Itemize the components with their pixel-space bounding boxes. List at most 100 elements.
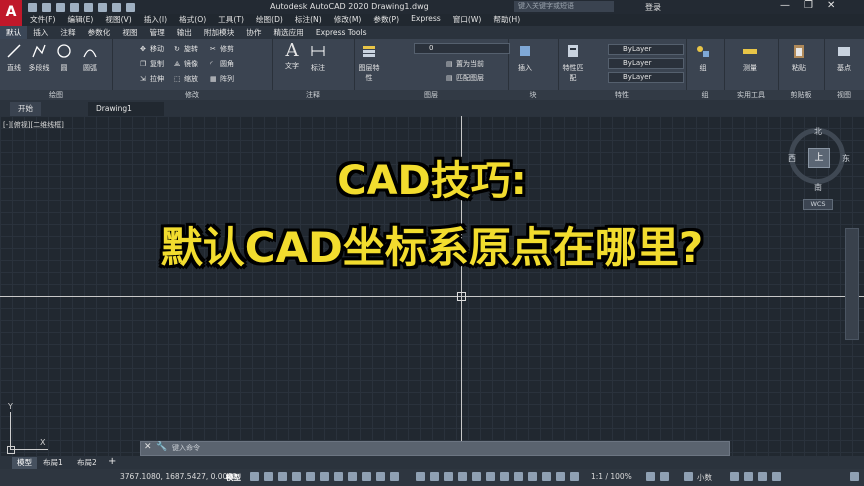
compass-south[interactable]: 南: [814, 182, 822, 193]
gizmo-icon[interactable]: [472, 472, 481, 481]
annotation-scale[interactable]: 1:1 / 100%: [591, 472, 632, 481]
match-properties-button[interactable]: 特性匹配: [560, 43, 586, 83]
dynamic-input-icon[interactable]: [292, 472, 301, 481]
menu-parametric[interactable]: 参数(P): [373, 14, 399, 26]
rotate-button[interactable]: ↻ 旋转: [174, 44, 198, 54]
polyline-button[interactable]: 多段线: [26, 43, 52, 73]
tab-default[interactable]: 默认: [0, 26, 28, 39]
redo-icon[interactable]: [126, 2, 135, 12]
tab-drawing1[interactable]: Drawing1: [88, 102, 164, 116]
selection-cycling-icon[interactable]: [416, 472, 425, 481]
tab-addins[interactable]: 附加模块: [198, 26, 240, 39]
isolate-objects-icon[interactable]: [744, 472, 753, 481]
tab-layout2[interactable]: 布局2: [72, 457, 102, 469]
menu-view[interactable]: 视图(V): [105, 14, 131, 26]
menu-edit[interactable]: 编辑(E): [67, 14, 93, 26]
save-as-icon[interactable]: [70, 2, 79, 12]
measure-button[interactable]: 测量: [736, 43, 764, 73]
isodraft-icon[interactable]: [334, 472, 343, 481]
plus-icon[interactable]: [660, 472, 669, 481]
menu-draw[interactable]: 绘图(D): [256, 14, 283, 26]
tab-insert[interactable]: 插入: [27, 26, 54, 39]
array-button[interactable]: ▦ 阵列: [210, 74, 234, 84]
snap-icon[interactable]: [264, 472, 273, 481]
menu-file[interactable]: 文件(F): [30, 14, 55, 26]
grid-icon[interactable]: [250, 472, 259, 481]
undo-icon[interactable]: [112, 2, 121, 12]
auto-scale-icon[interactable]: [500, 472, 509, 481]
command-input[interactable]: 键入命令: [172, 443, 712, 453]
linetype-dropdown[interactable]: ByLayer: [608, 58, 684, 69]
menu-insert[interactable]: 插入(I): [144, 14, 167, 26]
workspace-icon[interactable]: [528, 472, 537, 481]
open-file-icon[interactable]: [42, 2, 51, 12]
quick-properties-icon[interactable]: [570, 472, 579, 481]
close-icon[interactable]: ✕: [827, 0, 835, 11]
menu-help[interactable]: 帮助(H): [493, 14, 520, 26]
menu-format[interactable]: 格式(O): [179, 14, 206, 26]
dynamic-ucs-icon[interactable]: [444, 472, 453, 481]
tab-express-tools[interactable]: Express Tools: [310, 26, 373, 39]
polar-icon[interactable]: [320, 472, 329, 481]
infer-icon[interactable]: [278, 472, 287, 481]
menu-express[interactable]: Express: [411, 14, 441, 26]
dimension-button[interactable]: 标注: [306, 43, 330, 73]
selection-filter-icon[interactable]: [458, 472, 467, 481]
copy-button[interactable]: ❐ 复制: [140, 59, 164, 69]
save-icon[interactable]: [56, 2, 65, 12]
tab-model[interactable]: 模型: [12, 457, 37, 469]
insert-block-button[interactable]: 插入: [512, 43, 538, 73]
compass-east[interactable]: 东: [842, 153, 850, 164]
compass-north[interactable]: 北: [814, 126, 822, 137]
web-icon[interactable]: [84, 2, 93, 12]
new-file-icon[interactable]: [28, 2, 37, 12]
tab-view[interactable]: 视图: [116, 26, 143, 39]
base-point-button[interactable]: 基点: [830, 43, 858, 73]
settings-gear-icon[interactable]: [646, 472, 655, 481]
minimize-icon[interactable]: —: [780, 0, 790, 11]
menu-tools[interactable]: 工具(T): [218, 14, 244, 26]
fillet-button[interactable]: ◜ 圆角: [210, 59, 234, 69]
tab-collaborate[interactable]: 协作: [240, 26, 267, 39]
units-decimal[interactable]: 小数: [697, 472, 712, 483]
tab-annotate[interactable]: 注释: [54, 26, 81, 39]
wcs-menu[interactable]: WCS: [803, 199, 833, 210]
circle-button[interactable]: 圆: [54, 43, 74, 73]
units-toggle-icon[interactable]: [684, 472, 693, 481]
layer-properties-button[interactable]: 图层特性: [356, 43, 382, 83]
compass-west[interactable]: 西: [788, 153, 796, 164]
units-icon[interactable]: [556, 472, 565, 481]
paste-button[interactable]: 粘贴: [786, 43, 812, 73]
trim-button[interactable]: ✂ 修剪: [210, 44, 234, 54]
customization-menu-icon[interactable]: [850, 472, 859, 481]
lock-ui-icon[interactable]: [730, 472, 739, 481]
navigation-bar[interactable]: [845, 228, 859, 340]
group-button[interactable]: 组: [690, 43, 716, 73]
ortho-icon[interactable]: [306, 472, 315, 481]
print-icon[interactable]: [98, 2, 107, 12]
annotation-visibility-icon[interactable]: [486, 472, 495, 481]
tab-layout1[interactable]: 布局1: [38, 457, 68, 469]
tab-featured-apps[interactable]: 精选应用: [267, 26, 309, 39]
color-dropdown[interactable]: ByLayer: [608, 44, 684, 55]
match-layer-button[interactable]: ▤ 匹配图层: [446, 73, 484, 83]
tab-parametric[interactable]: 参数化: [82, 26, 117, 39]
object-tracking-icon[interactable]: [348, 472, 357, 481]
login-button[interactable]: 登录: [645, 2, 661, 13]
close-command-icon[interactable]: ✕: [144, 442, 152, 452]
add-layout-icon[interactable]: +: [108, 456, 116, 467]
text-button[interactable]: A 文字: [280, 41, 304, 71]
arc-button[interactable]: 圆弧: [78, 43, 102, 73]
annotation-scale-icon[interactable]: [514, 472, 523, 481]
transparency-icon[interactable]: [390, 472, 399, 481]
line-button[interactable]: 直线: [3, 43, 25, 73]
menu-window[interactable]: 窗口(W): [453, 14, 482, 26]
tab-manage[interactable]: 管理: [144, 26, 171, 39]
viewcube-top-face[interactable]: 上: [808, 148, 830, 168]
maximize-icon[interactable]: ❐: [804, 0, 813, 11]
lineweight-icon[interactable]: [376, 472, 385, 481]
autocad-logo-icon[interactable]: A: [0, 0, 22, 26]
customize-command-icon[interactable]: 🔧: [156, 442, 167, 452]
mirror-button[interactable]: ⟁ 镜像: [174, 59, 198, 69]
annotation-monitor-icon[interactable]: [542, 472, 551, 481]
